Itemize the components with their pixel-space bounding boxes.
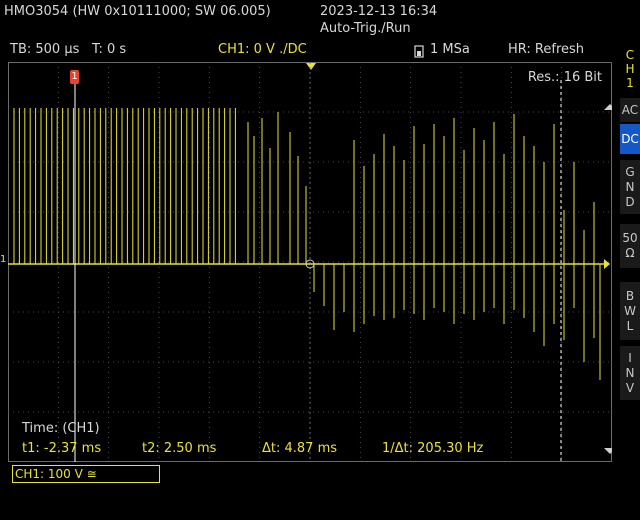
button-label: N (625, 179, 635, 194)
coupling-dc-button[interactable]: DC (620, 124, 640, 154)
channel-indicator-char: H (625, 62, 635, 76)
sample-rate-readout: 1 MSa (430, 42, 470, 57)
button-label: I (628, 350, 632, 365)
time-offset-readout[interactable]: T: 0 s (92, 42, 126, 57)
button-label: V (625, 380, 635, 395)
channel-indicator: C H 1 (620, 48, 640, 90)
bandwidth-limit-button[interactable]: B W L (620, 282, 640, 340)
acquisition-icon (414, 43, 424, 58)
cursor1-marker[interactable]: 1 (70, 70, 79, 84)
button-label: N (625, 365, 635, 380)
button-label: 50 (622, 231, 638, 245)
button-label: AC (621, 102, 639, 117)
button-label: DC (621, 131, 639, 146)
trigger-mode: Auto-Trig./Run (320, 21, 411, 36)
waveform-canvas (8, 62, 612, 462)
timebase-readout[interactable]: TB: 500 µs (10, 42, 79, 57)
waveform-display[interactable]: Res.: 16 Bit Time: (CH1) t1: -2.37 ms t2… (8, 62, 612, 462)
channel-scale-box[interactable]: CH1: 100 V ≅ (12, 465, 160, 483)
trigger-level-arrow (604, 259, 610, 269)
termination-50-ohm-button[interactable]: 50 Ω (620, 224, 640, 268)
button-label: L (626, 318, 634, 333)
coupling-gnd-button[interactable]: G N D (620, 160, 640, 214)
invert-button[interactable]: I N V (620, 346, 640, 400)
button-label: D (625, 194, 635, 209)
delta-t-readout: Δt: 4.87 ms (262, 441, 338, 456)
button-label: Ω (625, 246, 635, 260)
resolution-label: Res.: 16 Bit (527, 70, 602, 85)
button-label: W (624, 303, 636, 318)
refresh-mode-readout[interactable]: HR: Refresh (508, 42, 584, 57)
datetime: 2023-12-13 16:34 (320, 4, 438, 19)
button-label: G (625, 164, 635, 179)
ground-level-marker[interactable]: 1 (0, 254, 6, 265)
channel-setting-readout[interactable]: CH1: 0 V ./DC (218, 42, 307, 57)
coupling-ac-button[interactable]: AC (620, 98, 640, 122)
channel-indicator-char: 1 (626, 76, 634, 90)
cursor-t2-readout: t2: 2.50 ms (142, 441, 217, 456)
button-label: B (625, 288, 635, 303)
cursor-t1-readout: t1: -2.37 ms (22, 441, 102, 456)
channel-indicator-char: C (625, 48, 635, 62)
inverse-delta-t-readout: 1/Δt: 205.30 Hz (382, 441, 484, 456)
scroll-down-arrow (604, 448, 612, 454)
scroll-up-arrow (604, 104, 612, 110)
time-source-label: Time: (CH1) (22, 421, 100, 436)
device-info: HMO3054 (HW 0x10111000; SW 06.005) (4, 4, 271, 19)
